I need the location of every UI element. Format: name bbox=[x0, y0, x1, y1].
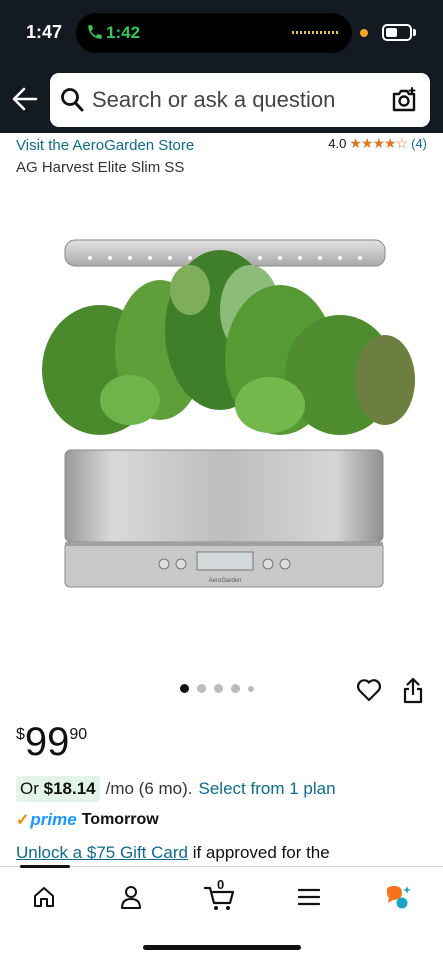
carousel-dot[interactable] bbox=[180, 684, 189, 693]
delivery-day: Tomorrow bbox=[81, 811, 159, 828]
gift-card-text: if approved for the bbox=[187, 843, 330, 862]
carousel-dot[interactable] bbox=[197, 684, 206, 693]
image-carousel-dots[interactable] bbox=[180, 684, 262, 693]
price-whole: 99 bbox=[24, 720, 70, 764]
account-icon bbox=[121, 886, 141, 909]
store-link[interactable]: Visit the AeroGarden Store bbox=[16, 137, 194, 154]
back-arrow-icon[interactable] bbox=[12, 86, 38, 112]
heart-icon[interactable] bbox=[356, 678, 382, 702]
share-icon[interactable] bbox=[402, 676, 424, 704]
search-input[interactable]: Search or ask a question bbox=[92, 87, 335, 113]
home-indicator bbox=[143, 945, 301, 950]
call-duration: 1:42 bbox=[106, 23, 141, 42]
price: $ 99 90 bbox=[16, 720, 87, 764]
carousel-dot[interactable] bbox=[248, 685, 254, 692]
tab-menu[interactable] bbox=[289, 881, 329, 913]
tab-cart[interactable]: 0 bbox=[200, 877, 240, 913]
battery-tip bbox=[413, 29, 416, 36]
home-icon bbox=[34, 887, 54, 907]
price-symbol: $ bbox=[16, 726, 25, 743]
product-image[interactable]: AeroGarden bbox=[20, 230, 420, 600]
rating-count[interactable]: (4) bbox=[411, 136, 427, 151]
price-fraction: 90 bbox=[69, 726, 88, 743]
prime-delivery: ✓ prime Tomorrow bbox=[16, 810, 159, 830]
camera-search-icon[interactable] bbox=[390, 86, 418, 114]
rating-stars-icon: ★★★★☆ bbox=[349, 135, 408, 151]
monthly-amount-badge: Or $18.14 bbox=[16, 776, 100, 802]
rating-summary[interactable]: 4.0 ★★★★☆ (4) bbox=[328, 135, 427, 152]
active-tab-indicator bbox=[20, 865, 70, 868]
active-call-pill[interactable]: 1:42 bbox=[76, 13, 352, 53]
tab-rufus[interactable] bbox=[378, 881, 418, 913]
battery-icon bbox=[382, 24, 412, 41]
phone-icon bbox=[88, 25, 102, 39]
select-plan-link[interactable]: Select from 1 plan bbox=[199, 779, 336, 799]
bottom-tab-bar: 0 bbox=[0, 865, 443, 960]
monthly-term: /mo (6 mo). bbox=[105, 779, 193, 798]
cart-count: 0 bbox=[217, 877, 225, 892]
monthly-payment-row: Or $18.14 /mo (6 mo). Select from 1 plan bbox=[16, 776, 336, 802]
carousel-dot[interactable] bbox=[231, 684, 240, 693]
product-title: AG Harvest Elite Slim SS bbox=[16, 159, 185, 176]
brand-logo-text: AeroGarden bbox=[209, 578, 242, 584]
gift-card-promo: Unlock a $75 Gift Card if approved for t… bbox=[16, 843, 330, 863]
prime-logo: prime bbox=[30, 810, 77, 829]
menu-icon bbox=[298, 888, 320, 906]
search-icon bbox=[61, 88, 84, 112]
rating-value: 4.0 bbox=[328, 136, 347, 151]
mic-indicator-dot bbox=[360, 29, 368, 37]
rufus-icon bbox=[387, 886, 411, 909]
status-time: 1:47 bbox=[26, 22, 63, 42]
tab-home[interactable] bbox=[24, 881, 64, 913]
top-bar: 1:47 1:42 Search or ask a question bbox=[0, 0, 443, 133]
search-bar[interactable]: Search or ask a question bbox=[50, 73, 430, 127]
tab-account[interactable] bbox=[111, 881, 151, 913]
gift-card-link[interactable]: Unlock a $75 Gift Card bbox=[16, 843, 188, 862]
prime-check-icon: ✓ bbox=[16, 812, 30, 829]
carousel-dot[interactable] bbox=[214, 684, 223, 693]
call-waveform bbox=[292, 31, 338, 34]
